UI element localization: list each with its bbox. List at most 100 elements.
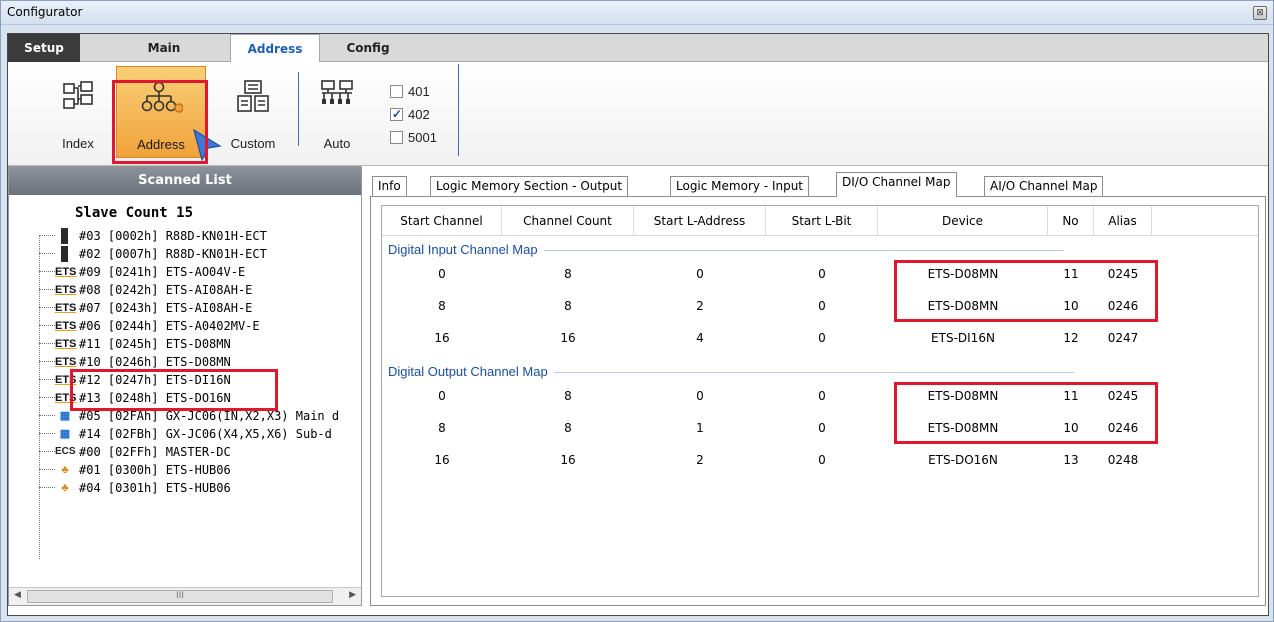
- tree-item[interactable]: ETS #11 [0245h] ETS-D08MN: [9, 335, 361, 353]
- servo-icon: [61, 246, 68, 262]
- tree-item[interactable]: ♣ #04 [0301h] ETS-HUB06: [9, 479, 361, 497]
- cell: 0: [818, 421, 826, 435]
- cell: 0: [818, 299, 826, 313]
- checkbox-402-box[interactable]: [390, 106, 403, 122]
- address-highlight-box: [112, 80, 208, 164]
- custom-list-icon: [237, 80, 269, 112]
- scroll-thumb[interactable]: III: [27, 590, 333, 603]
- col-alias[interactable]: Alias: [1094, 206, 1152, 236]
- scroll-right-icon[interactable]: ▶: [349, 590, 356, 600]
- scroll-left-icon[interactable]: ◀: [14, 590, 21, 600]
- tree-item[interactable]: ETS #07 [0243h] ETS-AI08AH-E: [9, 299, 361, 317]
- col-device[interactable]: Device: [878, 206, 1048, 236]
- col-channel-count[interactable]: Channel Count: [502, 206, 634, 236]
- ets-icon: ETS: [55, 284, 77, 296]
- tab-logic-memory-input[interactable]: Logic Memory - Input: [670, 176, 810, 197]
- index-button[interactable]: Index: [48, 66, 108, 158]
- tab-content: Start Channel Channel Count Start L-Addr…: [370, 196, 1266, 606]
- cell: ETS-DI16N: [931, 331, 995, 345]
- custom-button-label: Custom: [230, 136, 276, 151]
- ets-icon: ETS: [55, 338, 77, 350]
- checkbox-402[interactable]: 402: [390, 106, 430, 125]
- tab-info[interactable]: Info: [372, 176, 407, 197]
- cell: 8: [438, 421, 446, 435]
- checkbox-401[interactable]: 401: [390, 84, 430, 102]
- index-button-label: Index: [62, 136, 94, 151]
- cell: 0: [818, 267, 826, 281]
- cell: 0: [696, 267, 704, 281]
- cell: 0: [818, 331, 826, 345]
- configurator-window: Configurator ⊠ Setup Main Address Config…: [0, 0, 1274, 622]
- slave-count: Slave Count 15: [75, 205, 194, 221]
- tree-item[interactable]: #02 [0007h] R88D-KN01H-ECT: [9, 245, 361, 263]
- col-start-l-address[interactable]: Start L-Address: [634, 206, 766, 236]
- table-row[interactable]: 16 16 2 0 ETS-DO16N 13 0248: [382, 446, 1258, 474]
- cell: 0: [818, 453, 826, 467]
- grid-header: Start Channel Channel Count Start L-Addr…: [382, 206, 1258, 236]
- tab-aio-channel-map[interactable]: AI/O Channel Map: [984, 176, 1104, 197]
- ets-icon: ETS: [55, 320, 77, 332]
- window-title: Configurator: [7, 5, 83, 19]
- auto-button-label: Auto: [323, 136, 351, 151]
- cell: 16: [560, 331, 576, 345]
- channel-map-panel: Info Logic Memory Section - Output Logic…: [370, 172, 1266, 606]
- col-start-l-bit[interactable]: Start L-Bit: [766, 206, 878, 236]
- tree-item[interactable]: ECS #00 [02FFh] MASTER-DC: [9, 443, 361, 461]
- horizontal-scrollbar[interactable]: ◀ III ▶: [9, 587, 361, 605]
- tree-item[interactable]: ETS #06 [0244h] ETS-A0402MV-E: [9, 317, 361, 335]
- auto-button[interactable]: Auto: [310, 66, 364, 158]
- cell: 2: [696, 299, 704, 313]
- tab-logic-memory-output[interactable]: Logic Memory Section - Output: [430, 176, 629, 197]
- ets-icon: ETS: [55, 356, 77, 368]
- cell: 13: [1063, 453, 1079, 467]
- tree-item[interactable]: ♣ #01 [0300h] ETS-HUB06: [9, 461, 361, 479]
- auto-network-icon: [321, 80, 353, 104]
- cell: 8: [564, 421, 572, 435]
- tab-main[interactable]: Main: [134, 34, 194, 62]
- tab-config[interactable]: Config: [338, 34, 398, 62]
- tab-setup[interactable]: Setup: [8, 34, 80, 62]
- checkbox-402-label: 402: [408, 107, 430, 122]
- close-icon[interactable]: ⊠: [1253, 6, 1267, 20]
- tree-item[interactable]: ETS #08 [0242h] ETS-AI08AH-E: [9, 281, 361, 299]
- cell: 0: [818, 389, 826, 403]
- scanned-list-header: Scanned List: [9, 167, 361, 195]
- cell: 0: [438, 389, 446, 403]
- cell: 8: [564, 389, 572, 403]
- checkbox-401-label: 401: [408, 84, 430, 99]
- hub-icon: ♣: [61, 482, 69, 494]
- output-highlight-box: [894, 382, 1158, 444]
- custom-button[interactable]: Custom: [216, 66, 290, 158]
- tree-item[interactable]: ETS #09 [0241h] ETS-AO04V-E: [9, 263, 361, 281]
- checkbox-5001-box[interactable]: [390, 131, 403, 144]
- digital-output-section-label: Digital Output Channel Map: [388, 364, 548, 379]
- tab-address[interactable]: Address: [230, 34, 320, 63]
- cell: ETS-DO16N: [928, 453, 998, 467]
- toolbar-separator: [458, 64, 459, 156]
- ets-icon: ETS: [55, 266, 77, 278]
- cell: 2: [696, 453, 704, 467]
- checkbox-401-box[interactable]: [390, 85, 403, 98]
- ecs-icon: ECS: [55, 446, 76, 457]
- tree-item[interactable]: ▦ #14 [02FBh] GX-JC06(X4,X5,X6) Sub-d: [9, 425, 361, 443]
- channel-map-grid: Start Channel Channel Count Start L-Addr…: [381, 205, 1259, 597]
- cell: 16: [434, 331, 450, 345]
- table-row[interactable]: 16 16 4 0 ETS-DI16N 12 0247: [382, 324, 1258, 352]
- cell: 8: [564, 267, 572, 281]
- cell: 0: [438, 267, 446, 281]
- col-start-channel[interactable]: Start Channel: [382, 206, 502, 236]
- checkbox-5001-label: 5001: [408, 130, 437, 145]
- cell: 8: [564, 299, 572, 313]
- tree-item[interactable]: #03 [0002h] R88D-KN01H-ECT: [9, 227, 361, 245]
- tab-dio-channel-map[interactable]: DI/O Channel Map: [836, 172, 957, 197]
- cell: 16: [434, 453, 450, 467]
- cell: 8: [438, 299, 446, 313]
- title-bar: Configurator ⊠: [1, 1, 1273, 25]
- col-no[interactable]: No: [1048, 206, 1094, 236]
- digital-input-section-label: Digital Input Channel Map: [388, 242, 538, 257]
- servo-icon: [61, 228, 68, 244]
- digital-output-section: Digital Output Channel Map: [388, 364, 1074, 382]
- ribbon-tabs: Setup Main Address Config: [8, 34, 1268, 63]
- cell: 1: [696, 421, 704, 435]
- checkbox-5001[interactable]: 5001: [390, 130, 437, 148]
